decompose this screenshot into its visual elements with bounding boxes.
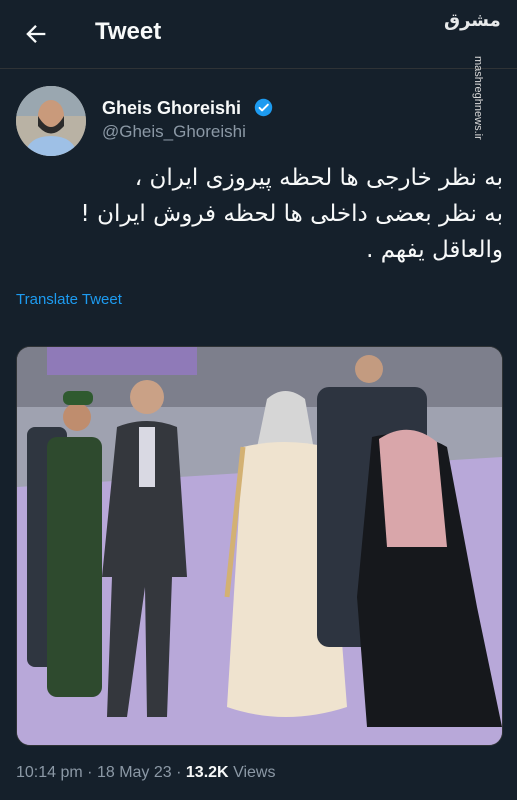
watermark-url: mashreghnews.ir [472,56,484,140]
tweet-line: به نظر بعضی داخلی ها لحظه فروش ایران ! [80,201,503,227]
author-handle[interactable]: @Gheis_Ghoreishi [102,122,246,142]
tweet-line: به نظر خارجی ها لحظه پیروزی ایران ، [134,165,503,191]
page-title: Tweet [95,18,162,45]
top-bar: Tweet مشرق mashreghnews.ir [0,0,517,140]
views-count: 13.2K [185,764,229,781]
separator: · [87,764,93,781]
translate-tweet-link[interactable]: Translate Tweet [16,291,122,308]
tweet-line: والعاقل یفهم . [366,237,503,263]
avatar[interactable] [16,86,86,156]
tweet-photo[interactable] [16,346,503,746]
tweet-text: به نظر خارجی ها لحظه پیروزی ایران ، به ن… [13,160,503,268]
author-name[interactable]: Gheis Ghoreishi [102,98,241,119]
back-arrow-icon[interactable] [22,20,50,48]
tweet-meta: 10:14 pm · 18 May 23 · 13.2K Views [16,764,275,782]
tweet-time[interactable]: 10:14 pm [16,764,83,781]
photo-image [17,347,502,745]
watermark-logo: مشرق [444,10,501,31]
tweet-date[interactable]: 18 May 23 [97,764,172,781]
verified-badge-icon [254,98,273,117]
views-label: Views [233,764,276,781]
avatar-image [16,86,86,156]
separator: · [176,764,182,781]
